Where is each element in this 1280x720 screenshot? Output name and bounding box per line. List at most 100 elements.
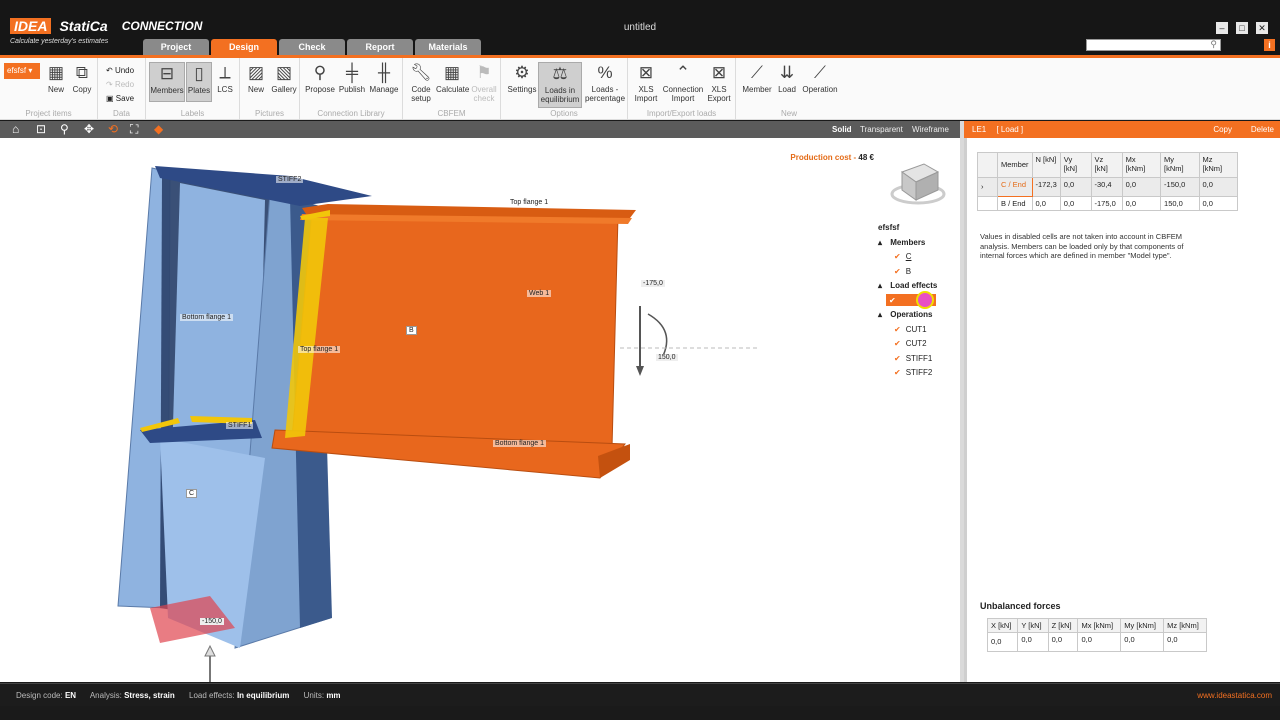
tree-member-c[interactable]: ✔ C [878,250,960,265]
table-cell[interactable]: 0,0 [1198,196,1239,211]
copy-load-button[interactable]: Copy [1213,121,1232,138]
gallery-button[interactable]: ▧ Gallery [270,62,298,94]
3d-viewport[interactable]: STIFF2 Top flange 1 Web 1 B Bottom flang… [0,138,960,682]
loads-equilibrium-button[interactable]: ⚖ Loads in equilibrium [538,62,582,108]
tagline: Calculate yesterday's estimates [10,38,109,45]
new-operation-button[interactable]: ⟋ Operation [800,62,840,94]
minimize-icon[interactable]: – [1216,22,1228,34]
checkbox-icon[interactable]: ✔ [889,296,896,305]
tab-check[interactable]: Check [279,39,345,56]
lcs-axes-icon: ⟂ [219,63,231,82]
members-labels-button[interactable]: ⊟ Members [149,62,185,102]
group-label: Project items [25,109,72,118]
new-picture-button[interactable]: ▨ New [245,62,267,94]
maximize-icon[interactable]: □ [1236,22,1248,34]
group-label: Import/Export loads [646,109,717,118]
selected-load-effect[interactable]: ✔ [886,290,936,309]
table-cell[interactable]: 150,0 [1160,196,1200,211]
tree-load-effect-le1[interactable]: ✔ [878,290,960,309]
checkbox-icon[interactable]: ✔ [894,368,901,377]
tree-operations-node[interactable]: ▴ Operations [878,308,960,323]
settings-button[interactable]: ⚙ Settings [506,62,538,94]
table-header: Vz [kN] [1090,152,1123,178]
view-cube-icon[interactable] [886,158,948,208]
table-row[interactable]: › C / End -172,3 0,0 -30,4 0,0 -150,0 0,… [977,177,1239,197]
table-cell[interactable]: -172,3 [1031,177,1061,197]
table-cell[interactable]: C / End [997,177,1033,197]
table-cell[interactable]: 0,0 [1059,196,1092,211]
propose-button[interactable]: ⚲ Propose [305,62,335,94]
table-header: X [kN] [986,618,1019,633]
overall-check-button[interactable]: ⚑ Overall check [469,62,499,103]
tree-operation[interactable]: ✔ STIFF2 [878,366,960,381]
zoom-icon[interactable]: ⚲ [60,121,69,138]
label-member-b: B [406,326,417,335]
table-cell[interactable]: 0,0 [1031,196,1061,211]
zoom-window-icon[interactable]: ⊡ [36,121,46,138]
section-icon[interactable]: ◆ [154,121,163,138]
table-cell[interactable]: 0,0 [1121,196,1162,211]
loads-percentage-button[interactable]: % Loads - percentage [584,62,626,103]
connection-import-button[interactable]: ⌃ Connection Import [662,62,704,103]
checkbox-icon[interactable]: ✔ [894,325,901,334]
tab-report[interactable]: Report [347,39,413,56]
undo-button[interactable]: ↶ Undo [106,64,134,78]
tab-design[interactable]: Design [211,39,277,56]
table-cell[interactable]: 0,0 [1198,177,1239,197]
tree-operation-label: CUT1 [905,324,927,334]
tree-operation[interactable]: ✔ CUT1 [878,323,960,338]
view-wireframe[interactable]: Wireframe [912,121,949,138]
plates-labels-button[interactable]: ▯ Plates [186,62,212,102]
table-cell[interactable]: B / End [997,196,1033,211]
table-cell[interactable]: 0,0 [1121,177,1162,197]
rotate-icon[interactable]: ⟲ [108,121,118,138]
xls-export-button[interactable]: ⊠ XLS Export [704,62,734,103]
new-member-button[interactable]: ⟋ Member [740,62,774,94]
code-setup-button[interactable]: 🔧︎ Code setup [406,62,436,103]
close-icon[interactable]: ✕ [1256,22,1268,34]
tree-operation[interactable]: ✔ STIFF1 [878,352,960,367]
view-solid[interactable]: Solid [832,121,852,138]
checkbox-icon[interactable]: ✔ [894,267,901,276]
tab-project[interactable]: Project [143,39,209,56]
tab-materials[interactable]: Materials [415,39,481,56]
table-cell[interactable]: -150,0 [1160,177,1200,197]
table-cell[interactable]: 0,0 [1059,177,1092,197]
tree-members-node[interactable]: ▴ Members [878,236,960,251]
view-transparent[interactable]: Transparent [860,121,903,138]
checkbox-icon[interactable]: ✔ [894,252,901,261]
checkbox-icon[interactable]: ✔ [894,339,901,348]
table-row[interactable]: B / End 0,0 0,0 -175,0 0,0 150,0 0,0 [977,196,1239,211]
tree-member-b[interactable]: ✔ B [878,265,960,280]
calculate-label: Calculate [436,85,470,94]
lcs-button[interactable]: ⟂ LCS [214,62,236,94]
home-icon[interactable]: ⌂ [12,121,19,138]
fit-icon[interactable]: ⛶ [130,121,138,138]
checkbox-icon[interactable]: ✔ [894,354,901,363]
code-setup-label: Code setup [411,85,431,103]
website-link[interactable]: www.ideastatica.com [1197,684,1272,707]
manage-button[interactable]: ╫ Manage [368,62,400,94]
pan-icon[interactable]: ✥ [84,121,94,138]
publish-button[interactable]: ╪ Publish [337,62,367,94]
delete-load-button[interactable]: Delete [1251,121,1274,138]
xls-import-button[interactable]: ⊠ XLS Import [631,62,661,103]
table-cell[interactable]: -175,0 [1090,196,1123,211]
copy-item-button[interactable]: ⧉ Copy [70,62,94,94]
new-item-button[interactable]: ▦ New [44,62,68,94]
label-web-b: Web 1 [527,290,552,297]
new-load-button[interactable]: ⇊ Load [775,62,799,94]
label-stiff1: STIFF1 [226,422,254,429]
info-icon[interactable]: i [1264,39,1275,51]
group-project-items: efsfsf ▾ ▦ New ⧉ Copy Project items [0,58,98,120]
tree-operation[interactable]: ✔ CUT2 [878,337,960,352]
table-cell[interactable]: -30,4 [1090,177,1123,197]
load-panel: Member N [kN] Vy [kN] Vz [kN] Mx [kNm] M… [964,138,1280,682]
calculate-button[interactable]: ▦ Calculate [436,62,470,94]
search-input[interactable]: ⚲ [1086,39,1221,51]
tree-load-effects-node[interactable]: ▴ Load effects [878,279,960,294]
save-button[interactable]: ▣ Save [106,92,134,106]
redo-button[interactable]: ↷ Redo [106,78,134,92]
project-item-selector[interactable]: efsfsf ▾ [4,63,40,79]
tree-root[interactable]: efsfsf [878,221,960,236]
